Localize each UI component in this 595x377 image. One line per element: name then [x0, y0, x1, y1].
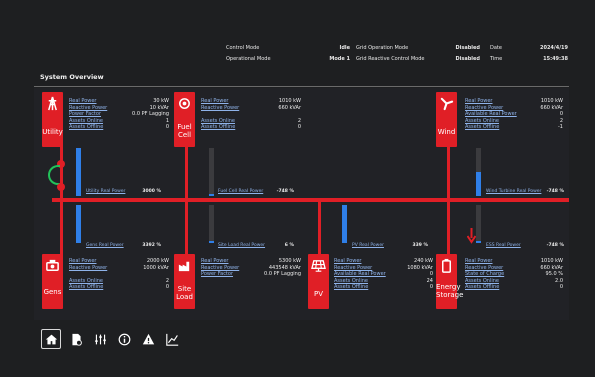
section-header: System Overview [34, 70, 569, 87]
operational-mode-row: Operational Mode Mode 1 [226, 56, 350, 62]
closed-breaker-icon[interactable] [48, 165, 60, 185]
wind-tile[interactable]: Wind [436, 92, 457, 147]
siteload-data-value: 0.0 PF Lagging [264, 271, 301, 277]
discharge-arrow-icon [466, 228, 477, 244]
gens-tile[interactable]: Gens [42, 254, 63, 309]
time-row: Time 15:49:38 [490, 56, 568, 62]
ess-power-bar [476, 205, 481, 243]
gens-data-label[interactable]: Assets Offline [69, 284, 103, 291]
pv-data: Real Power 240 kW Reactive Power 1080 kVAr A… [334, 258, 433, 291]
factory-icon [178, 261, 190, 272]
gens-data-value: 0 [165, 284, 169, 290]
pv-data-value: 0 [429, 284, 433, 290]
pv-data-label[interactable]: Assets Offline [334, 284, 368, 291]
alarms-button[interactable] [138, 329, 158, 349]
site-load-data: Real Power 5300 kW Reactive Power 443548 kV… [201, 258, 301, 278]
battery-icon [442, 258, 451, 273]
site-load-power-bar [209, 205, 214, 243]
status-header: Control Mode Idle Grid Operation Mode Di… [34, 45, 569, 68]
gens-bar-label: Gens Real Power 3392 % [86, 243, 161, 248]
fuel-cell-bar-label: Fuel Cell Real Power -748 % [218, 189, 294, 194]
chart-icon [165, 333, 178, 346]
info-button[interactable] [114, 329, 134, 349]
ess-data: Real Power 1010 kW Reactive Power 660 kVAr S… [465, 258, 563, 291]
utility-data: Real Power 30 kW Reactive Power 10 kVAr Powe… [69, 98, 169, 131]
wind-data-value: -1 [558, 124, 563, 130]
utility-data-value: 0 [165, 124, 169, 130]
utility-bar-label: Utility Real Power 3000 % [86, 189, 161, 194]
fuel-cell-power-bar [209, 148, 214, 196]
grid-operation-mode-row: Grid Operation Mode Disabled [356, 45, 480, 51]
info-icon [118, 333, 130, 345]
pv-power-bar [342, 205, 347, 243]
fuel-cell-icon [179, 98, 190, 109]
home-icon [45, 334, 57, 344]
ess-data-label[interactable]: Assets Offline [465, 284, 499, 291]
ess-bar-label: ESS Real Power -748 % [486, 243, 564, 248]
wind-data: Real Power 1010 kW Reactive Power 660 kVAr A… [465, 98, 563, 131]
trends-button[interactable] [162, 329, 182, 349]
utility-data-row: Assets Offline 0 [69, 124, 169, 131]
fuelcell-data-row: Assets Offline 0 [201, 124, 301, 131]
fuelcell-data-label[interactable]: Assets Offline [201, 124, 235, 131]
ess-data-value: 0 [559, 284, 563, 290]
grid-reactive-control-mode-row: Grid Reactive Control Mode Disabled [356, 56, 480, 62]
gens-data: Real Power 2000 kW Reactive Power 1000 kVAr… [69, 258, 169, 291]
utility-tile[interactable]: Utility [42, 92, 63, 147]
wind-bar-label: Wind Turbine Real Power -748 % [486, 189, 564, 194]
transmission-tower-icon [48, 96, 57, 111]
fuel-cell-tile[interactable]: Fuel Cell [174, 92, 195, 147]
one-line-diagram: Utility Real Power 30 kW Reactive Power 10 … [34, 88, 569, 320]
wind-ess-feeder [447, 143, 450, 258]
main-bus [52, 198, 569, 202]
fuelcell-siteload-feeder [185, 143, 188, 258]
sliders-icon [94, 334, 106, 344]
pv-tile[interactable]: PV [308, 254, 329, 309]
home-button[interactable] [41, 329, 61, 349]
utility-power-bar [76, 148, 81, 196]
generator-icon [46, 259, 59, 271]
solar-panel-icon [311, 260, 326, 272]
wind-power-bar [476, 148, 481, 196]
pv-feeder [318, 198, 321, 258]
energy-storage-tile[interactable]: Energy Storage [436, 254, 463, 309]
settings-button[interactable] [90, 329, 110, 349]
fuel-cell-data: Real Power 1010 kW Reactive Power 660 kVAr A… [201, 98, 301, 131]
gens-data-row: Assets Offline 0 [69, 284, 169, 291]
fuelcell-data-value: 0 [297, 124, 301, 130]
warning-icon [142, 333, 154, 344]
pv-data-row: Assets Offline 0 [334, 284, 433, 291]
site-load-tile[interactable]: Site Load [174, 254, 195, 309]
wind-turbine-icon [440, 97, 454, 111]
reports-button[interactable] [66, 329, 86, 349]
date-row: Date 2024/4/19 [490, 45, 568, 51]
site-load-bar-label: Site Load Real Power 6 % [218, 243, 294, 248]
breaker-node[interactable] [57, 183, 65, 191]
utility-label: Utility [42, 128, 63, 136]
siteload-data-label[interactable]: Power Factor [201, 271, 233, 278]
utility-data-label[interactable]: Assets Offline [69, 124, 103, 131]
pv-bar-label: PV Real Power 339 % [352, 243, 428, 248]
report-icon [71, 333, 82, 346]
bottom-toolbar [34, 322, 569, 356]
wind-data-label[interactable]: Assets Offline [465, 124, 499, 131]
siteload-data-row: Power Factor 0.0 PF Lagging [201, 271, 301, 278]
section-title: System Overview [40, 73, 104, 81]
wind-data-row: Assets Offline -1 [465, 124, 563, 131]
ess-data-row: Assets Offline 0 [465, 284, 563, 291]
gens-power-bar [76, 205, 81, 243]
control-mode-row: Control Mode Idle [226, 45, 350, 51]
